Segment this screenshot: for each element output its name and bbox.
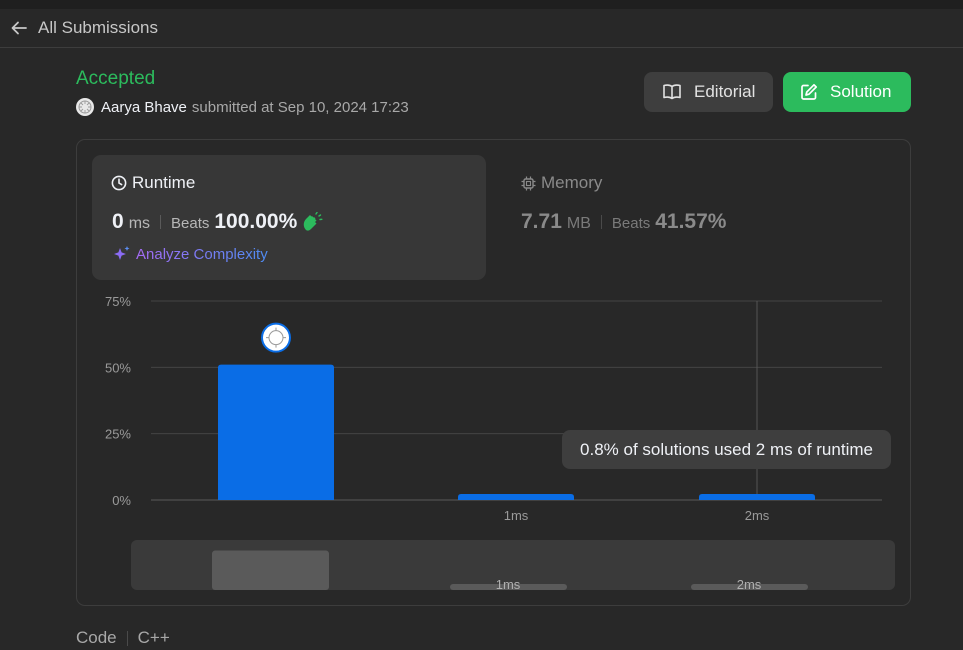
chart-bar [218,364,334,500]
chart-tooltip: 0.8% of solutions used 2 ms of runtime [562,430,891,469]
x-tick-label: 2ms [745,508,770,523]
navigator-bar [212,550,329,590]
runtime-distribution-chart[interactable]: 0% 25% 50% 75% 1ms 2ms 1ms 2ms [0,0,963,650]
code-header: Code C++ [76,628,170,648]
y-tick-label: 50% [105,360,131,375]
y-tick-label: 75% [105,294,131,309]
code-language: C++ [137,628,170,647]
code-label: Code [76,628,117,647]
y-tick-label: 0% [112,493,131,508]
chart-bar [699,494,815,500]
navigator-tick-label: 1ms [496,577,521,592]
y-tick-label: 25% [105,427,131,442]
chart-bar [458,494,574,500]
x-tick-label: 1ms [504,508,529,523]
navigator-tick-label: 2ms [737,577,762,592]
divider [126,630,128,646]
